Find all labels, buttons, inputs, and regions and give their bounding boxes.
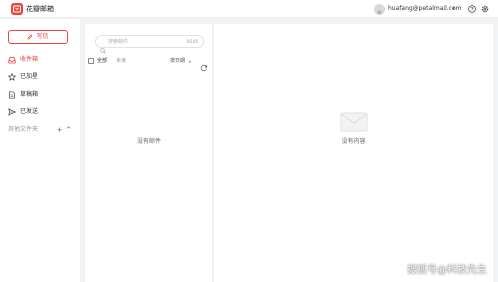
help-circle-icon[interactable] bbox=[467, 4, 477, 14]
sidebar-item-drafts[interactable]: 草稿箱 bbox=[0, 88, 80, 102]
search-count: 0/100 bbox=[186, 39, 198, 44]
sidebar-item-starred[interactable]: 已加星 bbox=[0, 70, 80, 84]
pencil-icon bbox=[28, 34, 33, 40]
chevron-down-icon[interactable]: ▾ bbox=[189, 58, 191, 65]
inbox-icon bbox=[8, 56, 16, 64]
app-title: 花瓣邮箱 bbox=[26, 5, 54, 13]
avatar[interactable] bbox=[374, 4, 385, 15]
sidebar-item-inbox[interactable]: 收件箱 bbox=[0, 53, 80, 67]
add-folder-icon[interactable]: + bbox=[56, 126, 63, 134]
sidebar: 写信 收件箱 已加星 草稿箱 已发送 其他文件夹 + ^ bbox=[0, 19, 80, 282]
envelope-icon bbox=[340, 112, 368, 132]
collapse-icon[interactable]: ^ bbox=[65, 126, 72, 134]
refresh-icon[interactable] bbox=[200, 57, 208, 72]
star-icon bbox=[8, 73, 16, 81]
other-folders-label: 其他文件夹 bbox=[8, 126, 39, 133]
empty-detail-text: 没有内容 bbox=[341, 138, 366, 145]
filter-all[interactable]: 全部 bbox=[97, 58, 107, 65]
search-input[interactable] bbox=[108, 37, 178, 47]
filter-unread[interactable]: 未读 bbox=[116, 58, 126, 65]
top-bar: 花瓣邮箱 huafang@petalmail.com ▾ bbox=[0, 0, 498, 18]
sidebar-item-sent[interactable]: 已发送 bbox=[0, 105, 80, 119]
select-all-checkbox[interactable] bbox=[88, 58, 94, 64]
watermark: 搜狐号@科技先生 bbox=[407, 265, 487, 276]
chevron-down-icon[interactable]: ▾ bbox=[452, 5, 455, 13]
search-icon bbox=[100, 39, 106, 54]
sidebar-item-label: 已加星 bbox=[20, 73, 39, 80]
draft-icon bbox=[8, 91, 16, 99]
compose-button[interactable]: 写信 bbox=[8, 30, 68, 44]
app-logo-icon bbox=[11, 3, 23, 15]
sort-dropdown[interactable]: 按日期 bbox=[170, 58, 185, 65]
mail-list-panel: 0/100 全部 未读 按日期 ▾ 没有邮件 bbox=[85, 24, 213, 282]
sidebar-item-label: 草稿箱 bbox=[20, 91, 39, 98]
send-icon bbox=[8, 108, 16, 116]
sidebar-item-label: 已发送 bbox=[20, 108, 39, 115]
filter-row: 全部 未读 按日期 ▾ bbox=[88, 57, 210, 72]
account-email[interactable]: huafang@petalmail.com bbox=[388, 5, 461, 13]
mail-detail-panel: 没有内容 bbox=[214, 24, 493, 282]
empty-list-text: 没有邮件 bbox=[136, 138, 161, 145]
search-box[interactable]: 0/100 bbox=[95, 35, 204, 54]
sidebar-item-label: 收件箱 bbox=[20, 56, 39, 63]
gear-icon[interactable] bbox=[480, 4, 490, 14]
compose-label: 写信 bbox=[36, 33, 49, 40]
